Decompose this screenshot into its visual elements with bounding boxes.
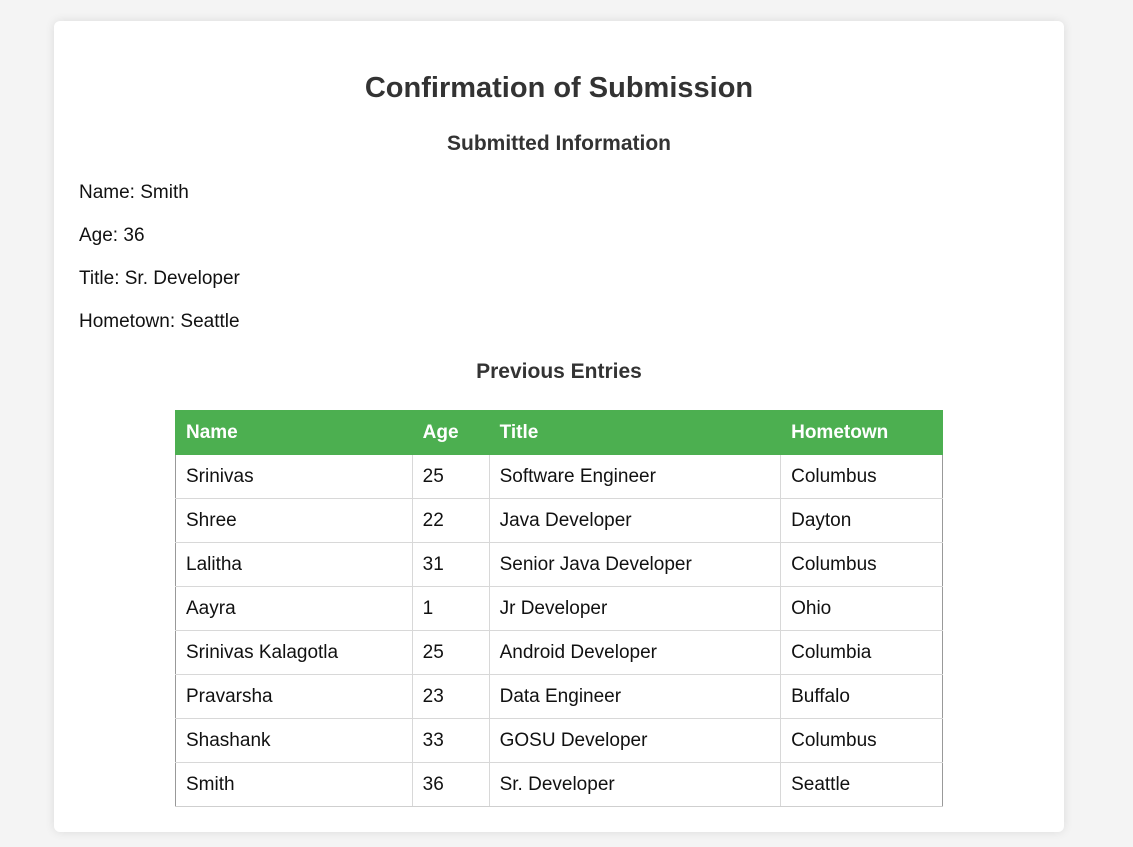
cell-hometown: Seattle: [780, 762, 943, 807]
table-row: Srinivas Kalagotla 25 Android Developer …: [175, 630, 943, 675]
table-row: Shree 22 Java Developer Dayton: [175, 498, 943, 543]
cell-age: 33: [411, 718, 490, 763]
table-row: Smith 36 Sr. Developer Seattle: [175, 762, 943, 807]
cell-hometown: Columbia: [780, 630, 943, 675]
table-row: Srinivas 25 Software Engineer Columbus: [175, 454, 943, 499]
previous-entries-heading: Previous Entries: [476, 360, 642, 383]
cell-age: 36: [411, 762, 490, 807]
cell-title: Android Developer: [488, 630, 782, 675]
cell-hometown: Columbus: [780, 718, 943, 763]
submitted-age: Age: 36: [79, 224, 145, 248]
cell-name: Pravarsha: [175, 674, 413, 719]
submitted-hometown-value: Seattle: [180, 311, 240, 332]
confirmation-card: Confirmation of Submission Submitted Inf…: [54, 21, 1064, 832]
cell-hometown: Columbus: [780, 542, 943, 587]
cell-title: Data Engineer: [488, 674, 782, 719]
cell-title: Jr Developer: [488, 586, 782, 631]
cell-hometown: Columbus: [780, 454, 943, 499]
cell-hometown: Dayton: [780, 498, 943, 543]
cell-age: 23: [411, 674, 490, 719]
submitted-name-label: Name:: [79, 182, 135, 203]
cell-name: Aayra: [175, 586, 413, 631]
cell-title: Java Developer: [488, 498, 782, 543]
cell-age: 31: [411, 542, 490, 587]
column-header-age: Age: [411, 410, 490, 455]
previous-entries-table: Name Age Title Hometown Srinivas 25 Soft…: [175, 410, 943, 807]
cell-name: Srinivas Kalagotla: [175, 630, 413, 675]
cell-age: 1: [411, 586, 490, 631]
submitted-name-value: Smith: [140, 182, 189, 203]
cell-title: Sr. Developer: [488, 762, 782, 807]
table-row: Lalitha 31 Senior Java Developer Columbu…: [175, 542, 943, 587]
page-title: Confirmation of Submission: [364, 72, 754, 104]
table-header-row: Name Age Title Hometown: [175, 410, 943, 455]
cell-title: Senior Java Developer: [488, 542, 782, 587]
table-row: Aayra 1 Jr Developer Ohio: [175, 586, 943, 631]
cell-name: Smith: [175, 762, 413, 807]
submitted-hometown-label: Hometown:: [79, 311, 176, 332]
cell-hometown: Ohio: [780, 586, 943, 631]
cell-title: GOSU Developer: [488, 718, 782, 763]
column-header-hometown: Hometown: [780, 410, 943, 455]
submitted-name: Name: Smith: [79, 181, 189, 205]
cell-age: 22: [411, 498, 490, 543]
submitted-age-value: 36: [123, 225, 145, 246]
submitted-hometown: Hometown: Seattle: [79, 310, 240, 334]
table-row: Pravarsha 23 Data Engineer Buffalo: [175, 674, 943, 719]
cell-age: 25: [411, 454, 490, 499]
submitted-information-heading: Submitted Information: [447, 132, 671, 155]
submitted-title-label: Title:: [79, 268, 120, 289]
cell-name: Lalitha: [175, 542, 413, 587]
column-header-title: Title: [488, 410, 782, 455]
submitted-age-label: Age:: [79, 225, 119, 246]
cell-hometown: Buffalo: [780, 674, 943, 719]
cell-name: Srinivas: [175, 454, 413, 499]
submitted-title-value: Sr. Developer: [124, 268, 240, 289]
submitted-title: Title: Sr. Developer: [79, 267, 240, 291]
cell-name: Shree: [175, 498, 413, 543]
table-row: Shashank 33 GOSU Developer Columbus: [175, 718, 943, 763]
column-header-name: Name: [175, 410, 413, 455]
cell-title: Software Engineer: [488, 454, 782, 499]
cell-name: Shashank: [175, 718, 413, 763]
cell-age: 25: [411, 630, 490, 675]
